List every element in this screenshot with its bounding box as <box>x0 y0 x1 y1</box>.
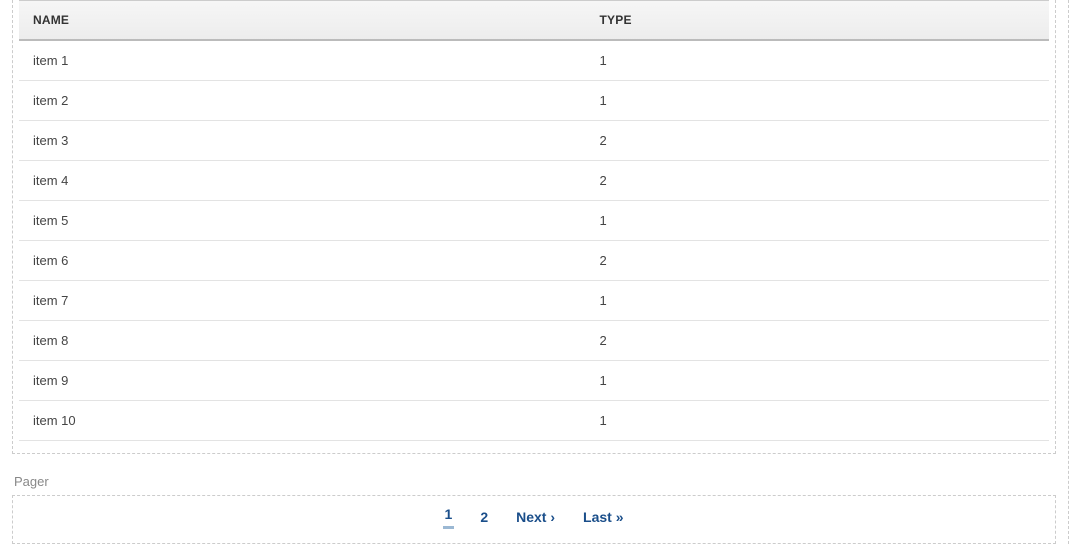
table-row: item 6 2 <box>19 241 1049 281</box>
cell-type: 2 <box>586 321 1050 361</box>
cell-name: item 4 <box>19 161 586 201</box>
table-row: item 9 1 <box>19 361 1049 401</box>
cell-name: item 3 <box>19 121 586 161</box>
results-table: NAME TYPE item 1 1 item 2 1 item 3 2 <box>19 0 1049 441</box>
pager-last[interactable]: Last » <box>581 507 625 527</box>
results-table-region: NAME TYPE item 1 1 item 2 1 item 3 2 <box>12 0 1056 454</box>
table-row: item 3 2 <box>19 121 1049 161</box>
table-row: item 1 1 <box>19 40 1049 81</box>
cell-name: item 9 <box>19 361 586 401</box>
pager-page-1[interactable]: 1 <box>443 504 455 529</box>
cell-name: item 7 <box>19 281 586 321</box>
table-row: item 2 1 <box>19 81 1049 121</box>
cell-type: 2 <box>586 121 1050 161</box>
col-type-header[interactable]: TYPE <box>586 1 1050 41</box>
cell-name: item 8 <box>19 321 586 361</box>
table-row: item 4 2 <box>19 161 1049 201</box>
cell-type: 1 <box>586 201 1050 241</box>
cell-type: 1 <box>586 401 1050 441</box>
col-name-header[interactable]: NAME <box>19 1 586 41</box>
cell-name: item 1 <box>19 40 586 81</box>
cell-name: item 2 <box>19 81 586 121</box>
table-row: item 10 1 <box>19 401 1049 441</box>
pager-region: 1 2 Next › Last » <box>12 495 1056 544</box>
cell-type: 1 <box>586 40 1050 81</box>
pager-page-2[interactable]: 2 <box>478 507 490 527</box>
table-row: item 5 1 <box>19 201 1049 241</box>
cell-type: 2 <box>586 161 1050 201</box>
pager: 1 2 Next › Last » <box>13 504 1055 529</box>
table-row: item 7 1 <box>19 281 1049 321</box>
cell-name: item 10 <box>19 401 586 441</box>
cell-type: 1 <box>586 361 1050 401</box>
pager-label: Pager <box>12 474 1056 495</box>
cell-type: 1 <box>586 81 1050 121</box>
pager-next[interactable]: Next › <box>514 507 557 527</box>
cell-name: item 5 <box>19 201 586 241</box>
table-header-row: NAME TYPE <box>19 1 1049 41</box>
cell-type: 1 <box>586 281 1050 321</box>
table-row: item 8 2 <box>19 321 1049 361</box>
cell-name: item 6 <box>19 241 586 281</box>
cell-type: 2 <box>586 241 1050 281</box>
